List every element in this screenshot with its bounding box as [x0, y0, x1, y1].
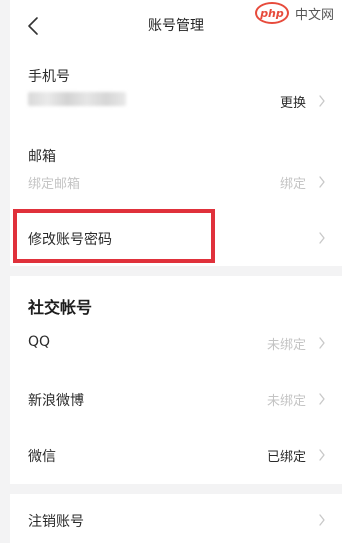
- highlight-box: [13, 209, 215, 263]
- email-placeholder: 绑定邮箱: [28, 177, 81, 192]
- social-row-wechat[interactable]: 微信 已绑定: [10, 434, 342, 474]
- phone-row[interactable]: 手机号 更换: [10, 52, 342, 132]
- social-label: QQ: [28, 334, 51, 350]
- php-logo: php: [254, 2, 289, 24]
- section-divider: [10, 484, 342, 494]
- social-status: 未绑定: [266, 394, 306, 409]
- chevron-right-icon: [319, 393, 325, 405]
- social-row-qq[interactable]: QQ 未绑定: [10, 322, 342, 362]
- masked-phone-number: [28, 92, 126, 106]
- chevron-right-icon: [319, 449, 325, 461]
- email-row[interactable]: 邮箱 绑定邮箱 绑定: [10, 132, 342, 208]
- social-row-weibo[interactable]: 新浪微博 未绑定: [10, 378, 342, 418]
- section-divider: [10, 266, 342, 276]
- social-status: 已绑定: [266, 450, 306, 465]
- bind-email-button[interactable]: 绑定: [280, 173, 306, 192]
- chevron-right-icon: [319, 232, 325, 244]
- chevron-right-icon: [319, 176, 325, 188]
- chevron-right-icon: [319, 514, 325, 526]
- cancel-account-label: 注销账号: [28, 514, 84, 530]
- watermark-text: 中文网: [292, 3, 336, 23]
- social-label: 微信: [28, 449, 56, 465]
- phone-label: 手机号: [28, 69, 70, 85]
- change-phone-button[interactable]: 更换: [280, 92, 306, 111]
- social-status: 未绑定: [266, 338, 306, 353]
- social-section-title: 社交帐号: [28, 298, 93, 317]
- chevron-right-icon: [319, 337, 325, 349]
- account-management-page: 账号管理 手机号 更换 邮箱 绑定邮箱 绑定 修改账号密码 社交帐号 QQ 未绑…: [10, 0, 342, 543]
- cancel-account-row[interactable]: 注销账号: [10, 498, 342, 543]
- social-label: 新浪微博: [28, 393, 84, 409]
- site-watermark: php 中文网: [254, 2, 336, 24]
- email-label: 邮箱: [28, 149, 56, 165]
- chevron-right-icon: [319, 95, 325, 107]
